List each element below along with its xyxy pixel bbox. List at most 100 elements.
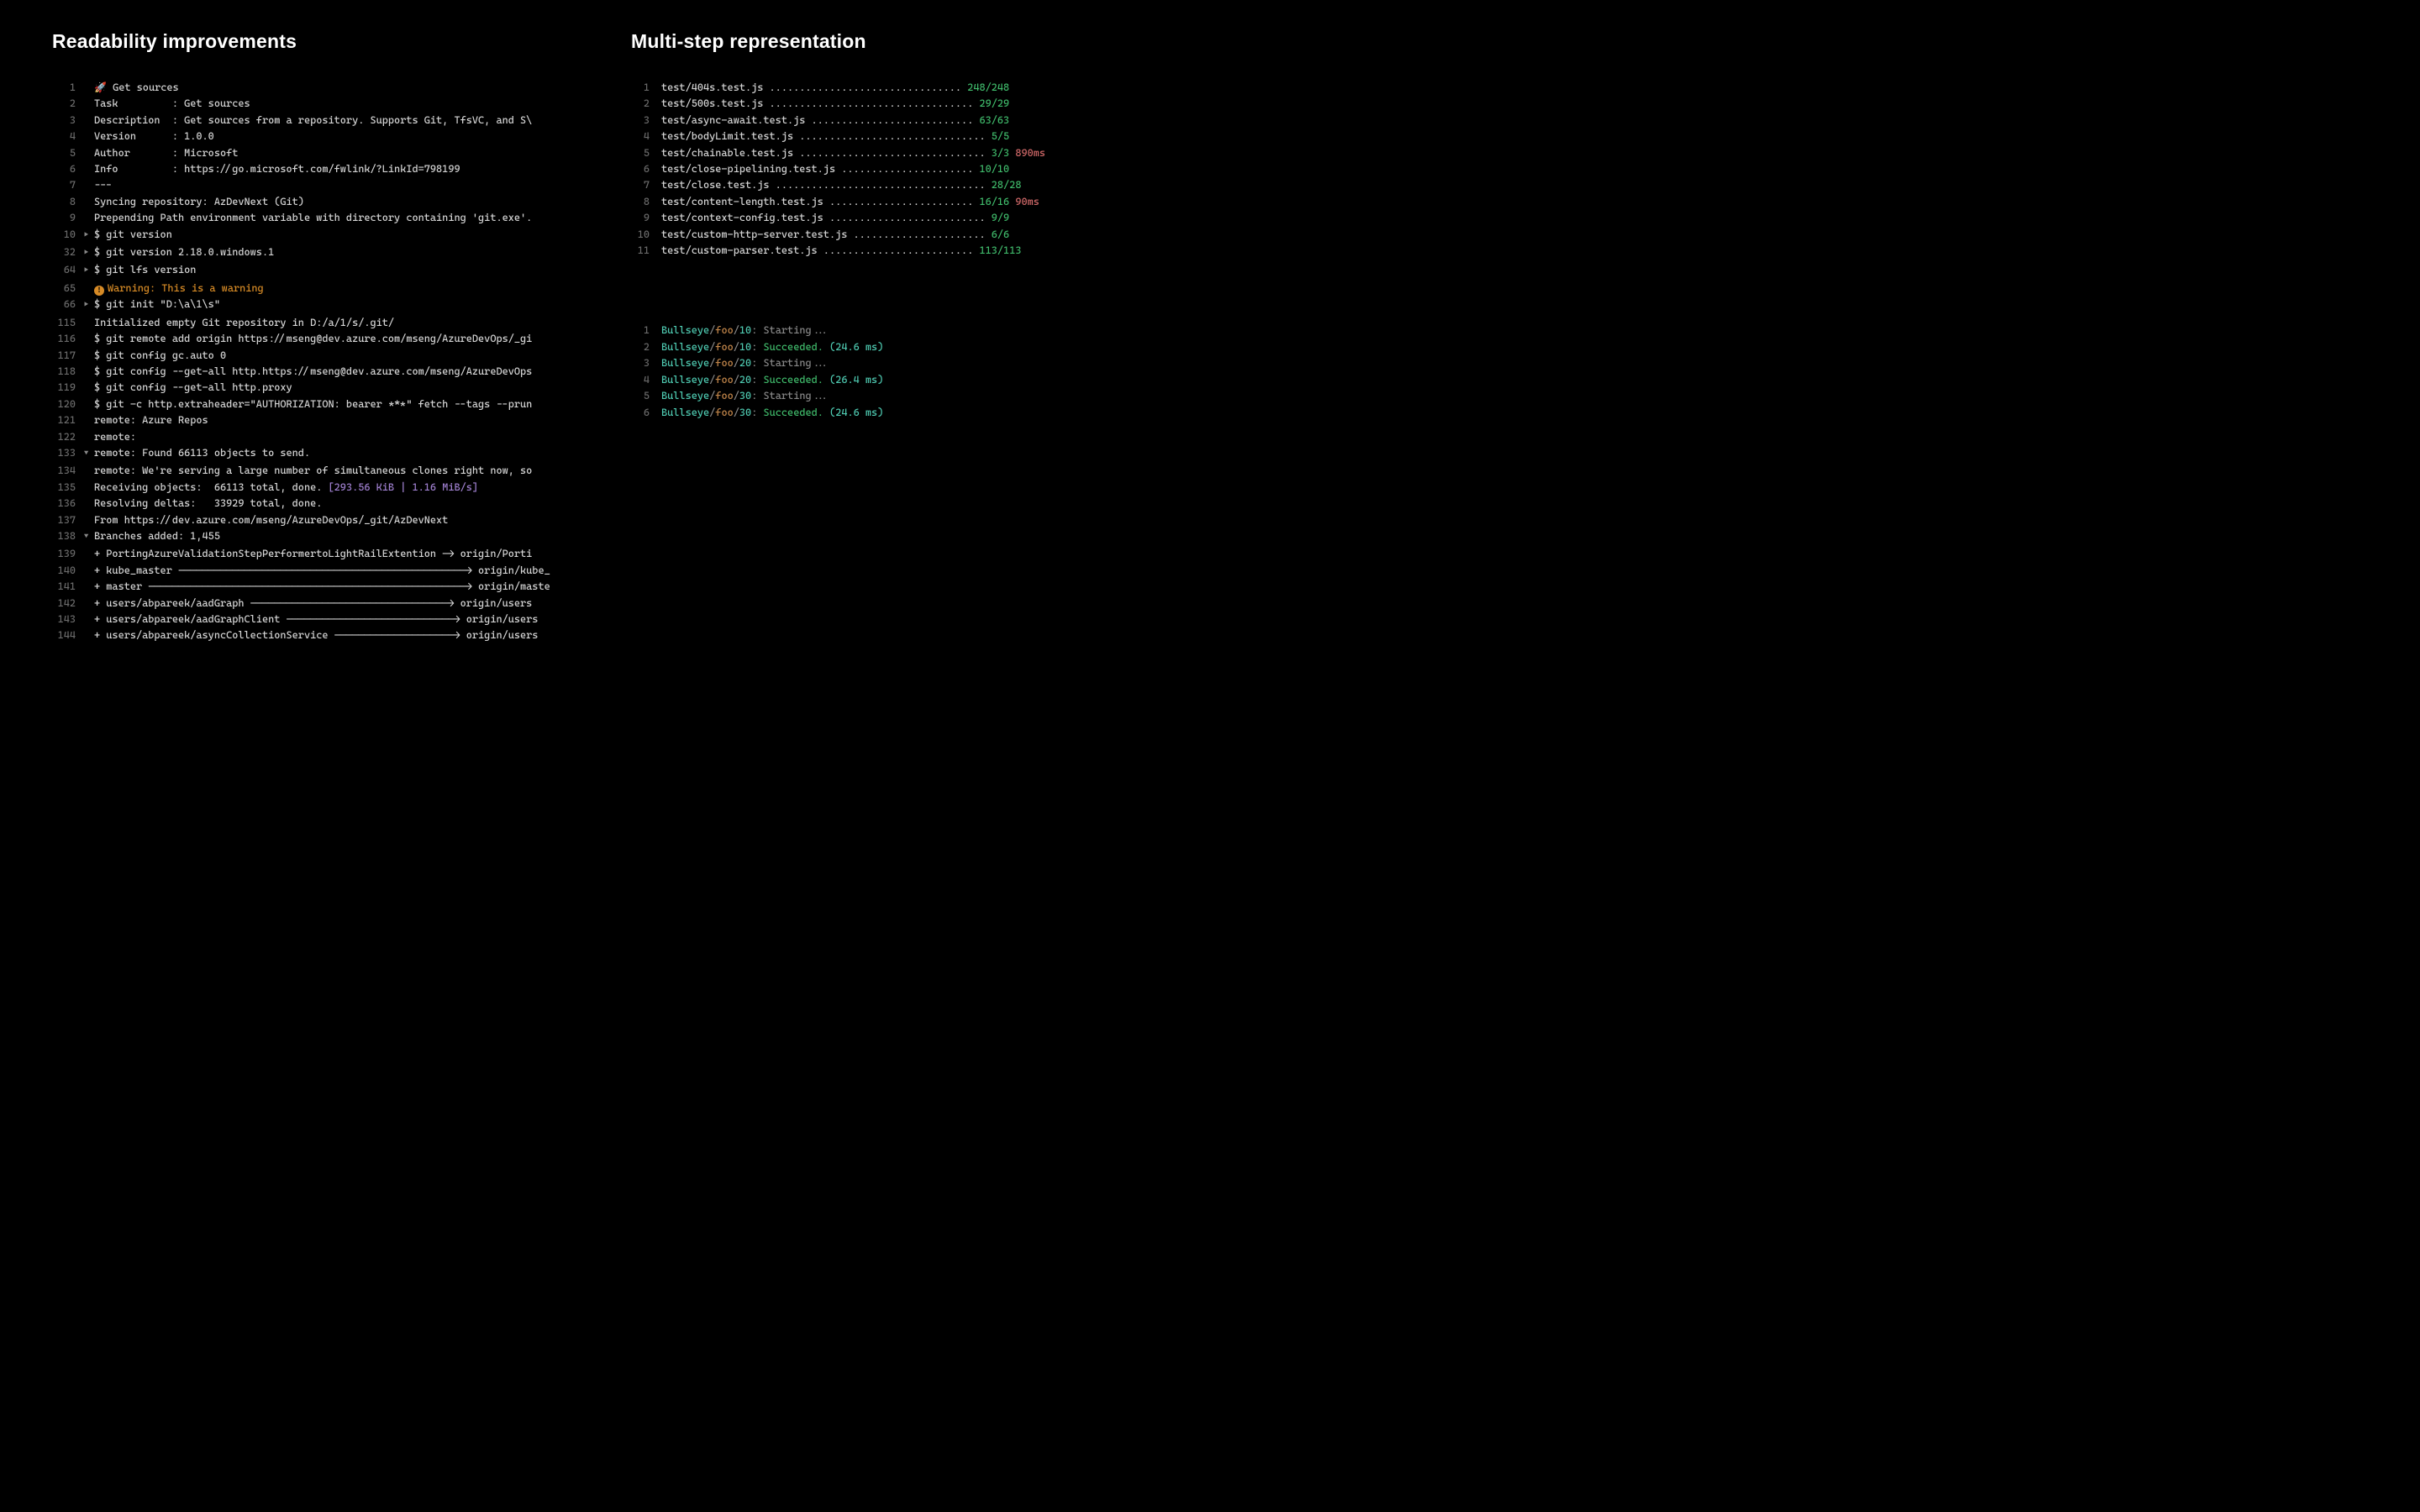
fold-gutter[interactable]: ▶ xyxy=(84,245,94,261)
test-text: test/close.test.js .....................… xyxy=(661,177,1021,193)
line-number: 119 xyxy=(52,380,76,396)
line-number: 144 xyxy=(52,627,76,643)
log-line: 142 + users/abpareek/aadGraph -----------… xyxy=(52,596,581,612)
log-text: + kube_master --------------------------… xyxy=(94,563,550,579)
log-line: 134 remote: We're serving a large number … xyxy=(52,463,581,479)
line-number: 1 xyxy=(631,80,650,96)
log-text: remote: Azure Repos xyxy=(94,412,208,428)
bullseye-text: Bullseye/foo/30: Starting... xyxy=(661,388,829,404)
log-line: 32 ▶$ git version 2.18.0.windows.1 xyxy=(52,244,581,262)
line-number: 1 xyxy=(631,323,650,339)
log-text: remote: xyxy=(94,429,136,445)
line-number: 138 xyxy=(52,528,76,544)
line-number: 6 xyxy=(631,405,650,421)
log-text: $ git lfs version xyxy=(94,262,196,278)
log-line: 121 remote: Azure Repos xyxy=(52,412,581,428)
line-number: 10 xyxy=(52,227,76,243)
line-number: 5 xyxy=(52,145,76,161)
test-text: test/content-length.test.js ............… xyxy=(661,194,1039,210)
log-line: 8Syncing repository: AzDevNext (Git) xyxy=(52,194,581,210)
line-number: 5 xyxy=(631,388,650,404)
log-text: $ git config --get-all http.https://msen… xyxy=(94,364,532,380)
log-line: 5Author : Microsoft xyxy=(52,145,581,161)
line-number: 118 xyxy=(52,364,76,380)
log-line: 118 $ git config --get-all http.https://m… xyxy=(52,364,581,380)
log-line: 135 Receiving objects: 66113 total, done.… xyxy=(52,480,581,496)
log-text: + users/abpareek/aadGraph --------------… xyxy=(94,596,532,612)
log-text: $ git remote add origin https://mseng@de… xyxy=(94,331,532,347)
line-number: 7 xyxy=(631,177,650,193)
log-text: $ git version 2.18.0.windows.1 xyxy=(94,244,274,260)
test-text: test/bodyLimit.test.js .................… xyxy=(661,129,1009,144)
log-text: Receiving objects: 66113 total, done. [2… xyxy=(94,480,478,496)
line-number: 3 xyxy=(631,113,650,129)
line-number: 135 xyxy=(52,480,76,496)
fold-gutter[interactable]: ▼ xyxy=(84,446,94,462)
log-line: 133▼remote: Found 66113 objects to send. xyxy=(52,445,581,463)
fold-gutter[interactable]: ▶ xyxy=(84,228,94,244)
log-text: Task : Get sources xyxy=(94,96,250,112)
test-text: test/close-pipelining.test.js ..........… xyxy=(661,161,1009,177)
line-number: 3 xyxy=(52,113,76,129)
line-number: 8 xyxy=(52,194,76,210)
slide: Readability improvements 1🚀 Get sources2… xyxy=(0,0,1210,756)
log-text: --- xyxy=(94,177,112,193)
log-text: Initialized empty Git repository in D:/a… xyxy=(94,315,394,331)
fold-gutter[interactable]: ▶ xyxy=(84,297,94,313)
log-line: 117 $ git config gc.auto 0 xyxy=(52,348,581,364)
test-output: 1 test/404s.test.js .....................… xyxy=(631,80,1160,259)
line-number: 143 xyxy=(52,612,76,627)
test-text: test/context-config.test.js ............… xyxy=(661,210,1009,226)
test-text: test/404s.test.js ......................… xyxy=(661,80,1009,96)
log-text: + users/abpareek/aadGraphClient --------… xyxy=(94,612,538,627)
test-text: test/custom-parser.test.js .............… xyxy=(661,243,1021,259)
line-number: 4 xyxy=(631,372,650,388)
test-line: 4test/bodyLimit.test.js ................… xyxy=(631,129,1160,144)
fold-gutter[interactable]: ▼ xyxy=(84,529,94,545)
log-line: 3Description : Get sources from a reposi… xyxy=(52,113,581,129)
bullseye-line: 2Bullseye/foo/10: Succeeded. (24.6 ms) xyxy=(631,339,1160,355)
log-line: 65!Warning: This is a warning xyxy=(52,281,581,297)
log-text: remote: We're serving a large number of … xyxy=(94,463,532,479)
log-line: 139 + PortingAzureValidationStepPerformer… xyxy=(52,546,581,562)
fold-gutter[interactable]: ▶ xyxy=(84,263,94,279)
bullseye-line: 3Bullseye/foo/20: Starting... xyxy=(631,355,1160,371)
line-number: 2 xyxy=(631,96,650,112)
log-line: 2Task : Get sources xyxy=(52,96,581,112)
line-number: 32 xyxy=(52,244,76,260)
log-text: $ git config gc.auto 0 xyxy=(94,348,226,364)
line-number: 117 xyxy=(52,348,76,364)
line-number: 134 xyxy=(52,463,76,479)
line-number: 66 xyxy=(52,297,76,312)
log-line: 10 ▶$ git version xyxy=(52,227,581,244)
log-line: 144 + users/abpareek/asyncCollectionServi… xyxy=(52,627,581,643)
log-line: 137From https://dev.azure.com/mseng/Azur… xyxy=(52,512,581,528)
test-text: test/500s.test.js ......................… xyxy=(661,96,1009,112)
line-number: 139 xyxy=(52,546,76,562)
bullseye-output: 1Bullseye/foo/10: Starting...2Bullseye/f… xyxy=(631,323,1160,420)
log-line: 6Info : https://go.microsoft.com/fwlink/… xyxy=(52,161,581,177)
log-text: Resolving deltas: 33929 total, done. xyxy=(94,496,322,512)
line-number: 121 xyxy=(52,412,76,428)
line-number: 6 xyxy=(52,161,76,177)
log-text: $ git version xyxy=(94,227,172,243)
log-text: + master -------------------------------… xyxy=(94,579,550,595)
line-number: 4 xyxy=(52,129,76,144)
test-line: 2 test/500s.test.js .....................… xyxy=(631,96,1160,112)
log-text: $ git init "D:\a\1\s" xyxy=(94,297,220,312)
test-line: 7 test/close.test.js ....................… xyxy=(631,177,1160,193)
test-line: 5test/chainable.test.js ................… xyxy=(631,145,1160,161)
bullseye-line: 5 Bullseye/foo/30: Starting... xyxy=(631,388,1160,404)
line-number: 137 xyxy=(52,512,76,528)
line-number: 7 xyxy=(52,177,76,193)
bullseye-line: 1Bullseye/foo/10: Starting... xyxy=(631,323,1160,339)
line-number: 116 xyxy=(52,331,76,347)
log-text: + PortingAzureValidationStepPerformertoL… xyxy=(94,546,532,562)
log-text: !Warning: This is a warning xyxy=(94,281,264,297)
log-line: 140+ kube_master -----------------------… xyxy=(52,563,581,579)
line-number: 142 xyxy=(52,596,76,612)
log-line: 120$ git -c http.extraheader="AUTHORIZAT… xyxy=(52,396,581,412)
test-line: 6test/close-pipelining.test.js .........… xyxy=(631,161,1160,177)
log-text: + users/abpareek/asyncCollectionService … xyxy=(94,627,538,643)
log-line: 9Prepending Path environment variable wi… xyxy=(52,210,581,226)
